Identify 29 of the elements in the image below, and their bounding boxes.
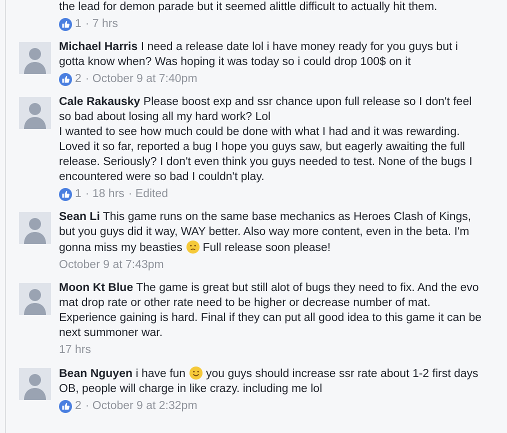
comment-text: Sean Li This game runs on the same base mechanics as Heroes Clash of Kings, but you guys did it way, WAY better. Also way more content, even in the beta. I'm gonna miss my beasties Full release soon please! xyxy=(59,210,472,256)
sad-face-icon xyxy=(186,240,200,254)
like-icon xyxy=(59,188,72,201)
author-link[interactable]: Sean Li xyxy=(59,211,100,223)
avatar xyxy=(19,212,51,244)
comment-meta: · Edited xyxy=(128,187,168,202)
author-link[interactable]: Moon Kt Blue xyxy=(59,282,134,294)
avatar xyxy=(19,42,51,74)
comment-text: Bean Nguyen i have fun you guys should increase ssr rate about 1-2 first days OB, people will charge in like crazy. including me lol xyxy=(59,366,480,397)
comment-meta: · 7 hrs xyxy=(85,17,118,32)
like-icon xyxy=(59,400,72,413)
comment-meta: · October 9 at 7:40pm xyxy=(85,72,198,87)
avatar xyxy=(19,368,51,400)
comment-text: Moon Kt Blue The game is great but still alot of bugs they need to fix. And the evo mat drop rate or other rate need to be higher or decrease number of mat. Experience gaining is hard. Final if they can put all good idea to this game it can be next summoner war. xyxy=(59,281,483,341)
comment-text: Cale Rakausky Please boost exp and ssr chance upon full release so I don't feel so bad about losing all my hard work? Lol I wanted to see how much could be done with what I had and it was rewarding. Loved it so far, reported a bug I hope you guys saw, but eagerly awaiting the full release. Seriously? I don't even think you guys needed to test. None of the bugs I encountered were so bad I couldn't play. xyxy=(59,95,474,185)
comment-meta: · October 9 at 2:32pm xyxy=(85,399,198,414)
author-link[interactable]: Bean Nguyen xyxy=(59,368,132,380)
comment-meta: October 9 at 7:43pm xyxy=(59,258,164,273)
like-icon xyxy=(59,18,72,31)
avatar xyxy=(19,97,51,129)
like-icon xyxy=(59,73,72,86)
avatar xyxy=(19,283,51,315)
author-link[interactable]: Cale Rakausky xyxy=(59,96,140,108)
author-link[interactable]: Michael Harris xyxy=(59,41,138,53)
comment-meta: 17 hrs xyxy=(59,343,91,358)
comment-text: Michael Harris I need a release date lol i have money ready for you guys but i gotta know when? Was hoping it was today so i could drop 100$ on it xyxy=(59,40,459,70)
comment-meta: · 18 hrs xyxy=(85,187,124,202)
comment-text: the lead for demon parade but it seemed alittle difficult to actually hit them. xyxy=(59,0,438,15)
smiley-icon xyxy=(188,366,203,380)
